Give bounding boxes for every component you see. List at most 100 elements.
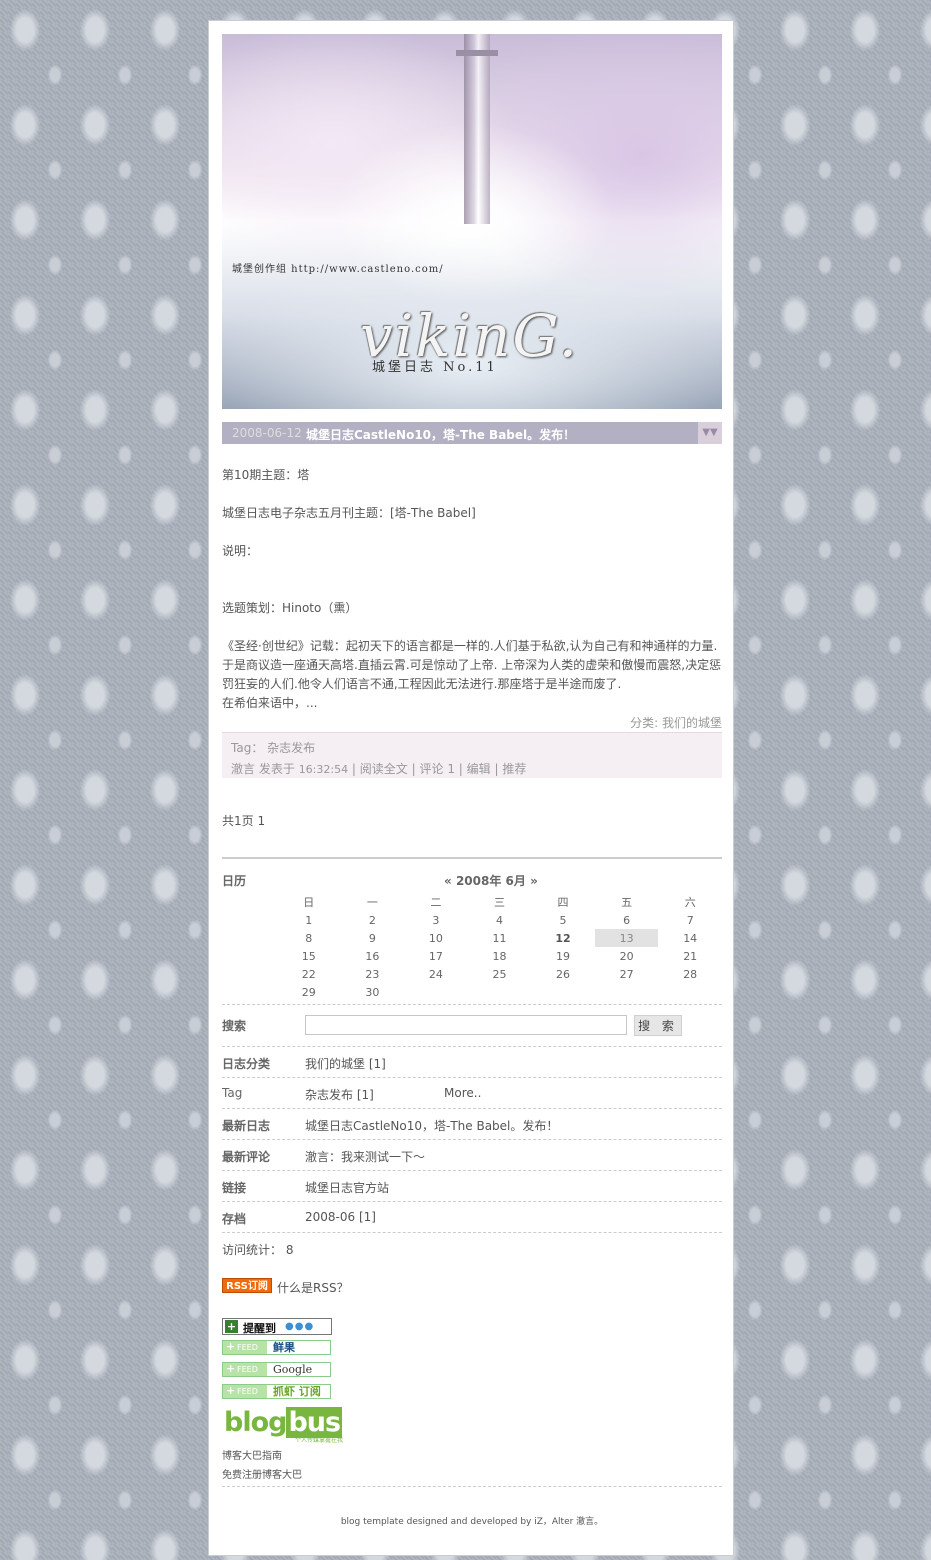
pagination: 共1页 1	[222, 812, 265, 829]
post-info-line: 澈言 发表于 16:32:54 | 阅读全文 | 评论 1 | 编辑 | 推荐	[231, 760, 526, 777]
post-paragraph: 于是商议造一座通天高塔.直插云霄.可是惊动了上帝. 上帝深为人类的虚荣和傲慢而震…	[222, 658, 722, 672]
post-title-bar: 2008-06-12 城堡日志CastleNo10，塔-The Babel。发布…	[222, 422, 722, 444]
archive-link[interactable]: 2008-06 [1]	[305, 1210, 376, 1224]
feed-zhuaxia-button[interactable]: FEED 抓虾 订阅	[222, 1384, 331, 1399]
calendar-day	[531, 983, 595, 1001]
divider	[222, 1232, 722, 1233]
calendar-header: « 2008年 6月 »	[444, 872, 538, 889]
post-title-link[interactable]: 城堡日志CastleNo10，塔-The Babel。发布！	[306, 426, 575, 443]
divider	[222, 1108, 722, 1109]
tags-more-link[interactable]: More..	[444, 1086, 481, 1100]
calendar-day: 19	[556, 949, 571, 963]
visit-stats: 访问统计： 8	[222, 1241, 293, 1258]
external-link[interactable]: 城堡日志官方站	[305, 1179, 389, 1196]
feed-google-button[interactable]: FEED Google	[222, 1362, 331, 1377]
weekday: 六	[684, 896, 696, 909]
prev-month-link[interactable]: «	[444, 874, 452, 888]
tag-item-link[interactable]: 杂志发布 [1]	[305, 1086, 374, 1103]
page-link-1[interactable]: 1	[257, 814, 265, 828]
recommend-link[interactable]: 推荐	[502, 762, 526, 776]
blogbus-guide-link[interactable]: 博客大巴指南	[222, 1447, 282, 1462]
calendar-day: 28	[683, 967, 698, 981]
calendar-table: 日 一 二 三 四 五 六 1 2 3 4 5 6 7 8 9 10 11 12…	[277, 893, 722, 1001]
calendar-week: 15 16 17 18 19 20 21	[277, 947, 722, 965]
divider	[222, 1004, 722, 1005]
separator: |	[411, 762, 416, 776]
calendar-day: 4	[495, 913, 503, 927]
calendar-day: 9	[368, 931, 376, 945]
calendar-day: 3	[432, 913, 440, 927]
next-month-link[interactable]: »	[530, 874, 538, 888]
calendar-day-with-post[interactable]: 12	[531, 929, 595, 947]
latest-post-link[interactable]: 城堡日志CastleNo10，塔-The Babel。发布！	[305, 1117, 558, 1134]
read-more-link[interactable]: 阅读全文	[360, 762, 408, 776]
latest-posts-label: 最新日志	[222, 1119, 271, 1133]
calendar-day: 15	[301, 949, 316, 963]
calendar-day: 22	[301, 967, 316, 981]
post-date: 2008-06-12	[232, 426, 302, 440]
search-button[interactable]: 搜 索	[634, 1015, 682, 1036]
weekday: 一	[366, 896, 378, 909]
weekday: 日	[303, 896, 315, 909]
remind-label: 提醒到	[243, 1322, 276, 1335]
calendar-week: 1 2 3 4 5 6 7	[277, 911, 722, 929]
calendar-day: 7	[686, 913, 694, 927]
calendar-day: 27	[619, 967, 634, 981]
weekday: 二	[430, 896, 442, 909]
comments-link[interactable]: 评论 1	[420, 762, 455, 776]
im-icons: ●●●	[285, 1321, 315, 1332]
post-paragraph: 罚狂妄的人们.他令人们语言不通,工程因此无法进行.那座塔于是半途而废了.	[222, 677, 622, 691]
posted-prefix: 发表于	[258, 762, 295, 776]
calendar-week: 29 30	[277, 983, 722, 1001]
blogbus-slogan: 个人传媒掌握在我	[295, 1437, 344, 1444]
rss-subscribe-button[interactable]: RSS订阅	[222, 1278, 272, 1293]
calendar-day: 25	[492, 967, 507, 981]
category-label: 分类:	[630, 716, 662, 730]
post-paragraph: 《圣经·创世纪》记载：起初天下的语言都是一样的.人们基于私欲,认为自己有和神通样…	[222, 639, 718, 653]
search-input[interactable]	[305, 1015, 627, 1035]
divider	[222, 1201, 722, 1202]
feed-name: 鲜果	[273, 1341, 295, 1354]
tag-link[interactable]: 杂志发布	[267, 741, 315, 755]
divider	[222, 1139, 722, 1140]
calendar-label: 日历	[222, 874, 247, 888]
banner-subtitle: 城堡日志 No.11	[372, 360, 498, 375]
divider	[222, 1046, 722, 1047]
post-time: 16:32:54	[298, 763, 349, 776]
category-link[interactable]: 我们的城堡	[662, 716, 722, 730]
edit-link[interactable]: 编辑	[467, 762, 491, 776]
calendar-day: 10	[428, 931, 443, 945]
footer-credit: blog template designed and developed by …	[340, 1517, 604, 1527]
calendar-day	[404, 983, 468, 1001]
calendar-week: 22 23 24 25 26 27 28	[277, 965, 722, 983]
feed-tag: FEED	[223, 1362, 267, 1376]
chevron-double-down-icon[interactable]: ▼▼	[698, 422, 722, 444]
tag-label: Tag：	[231, 741, 264, 755]
latest-comments-label: 最新评论	[222, 1150, 271, 1164]
plus-icon: +	[225, 1320, 238, 1333]
calendar-day: 14	[683, 931, 698, 945]
latest-comment-link[interactable]: 澈言：我来测试一下～	[305, 1148, 425, 1165]
pager-text: 共1页	[222, 814, 254, 828]
feed-tag: FEED	[223, 1340, 267, 1354]
tags-label: Tag	[222, 1086, 243, 1100]
weekday: 四	[557, 896, 569, 909]
post-paragraph: 说明：	[222, 544, 259, 558]
what-is-rss-link[interactable]: 什么是RSS？	[277, 1279, 349, 1296]
feed-xianguo-button[interactable]: FEED 鲜果	[222, 1340, 331, 1355]
stats-label: 访问统计：	[222, 1243, 283, 1257]
logo-bus: bus	[286, 1407, 343, 1438]
blog-banner[interactable]: 城堡创作组 http://www.castleno.com/ vikinG. 城…	[222, 34, 722, 409]
blogbus-logo[interactable]: blogbus	[224, 1407, 343, 1438]
post-meta-box: Tag： 杂志发布 澈言 发表于 16:32:54 | 阅读全文 | 评论 1 …	[222, 732, 722, 778]
author-link[interactable]: 澈言	[231, 762, 255, 776]
blogbus-register-link[interactable]: 免费注册博客大巴	[222, 1466, 302, 1481]
calendar-day: 5	[559, 913, 567, 927]
category-item-link[interactable]: 我们的城堡 [1]	[305, 1055, 386, 1072]
divider	[222, 857, 722, 859]
lighthouse-image	[456, 34, 498, 224]
archive-label: 存档	[222, 1212, 247, 1226]
remind-subscribe-button[interactable]: + 提醒到 ●●●	[222, 1318, 332, 1335]
calendar-day: 6	[623, 913, 631, 927]
calendar-day: 18	[492, 949, 507, 963]
